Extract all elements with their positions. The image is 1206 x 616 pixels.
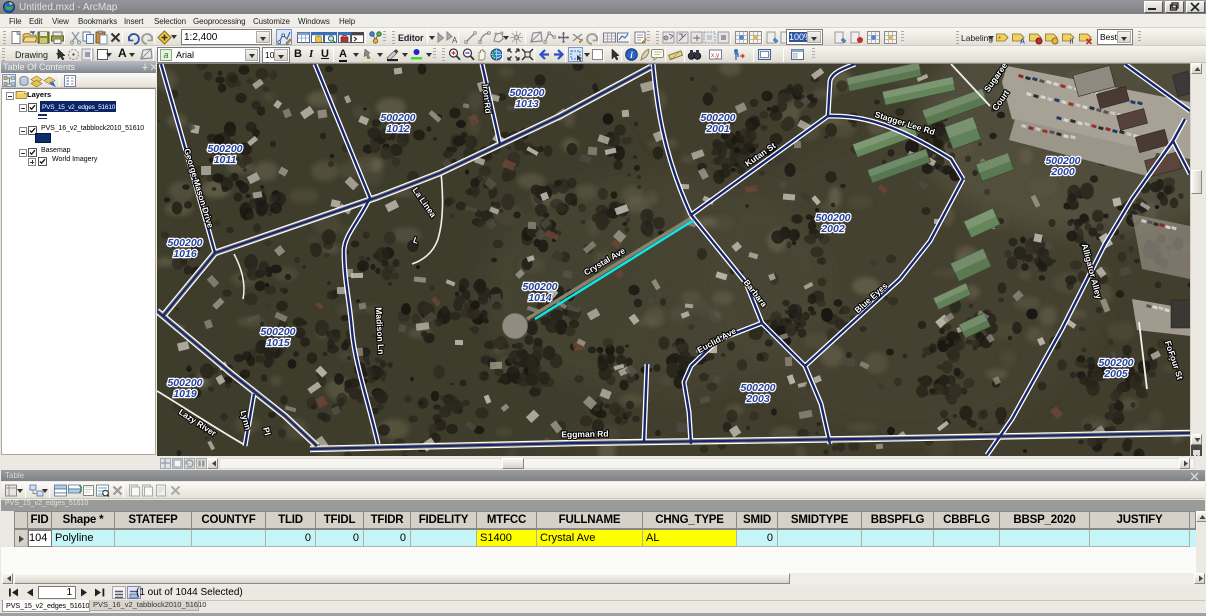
svg-text:x,y: x,y	[711, 52, 720, 59]
svg-text:ii: ii	[1070, 39, 1074, 46]
svg-text:A: A	[1020, 39, 1025, 46]
svg-text:Eggman Rd: Eggman Rd	[561, 429, 608, 440]
